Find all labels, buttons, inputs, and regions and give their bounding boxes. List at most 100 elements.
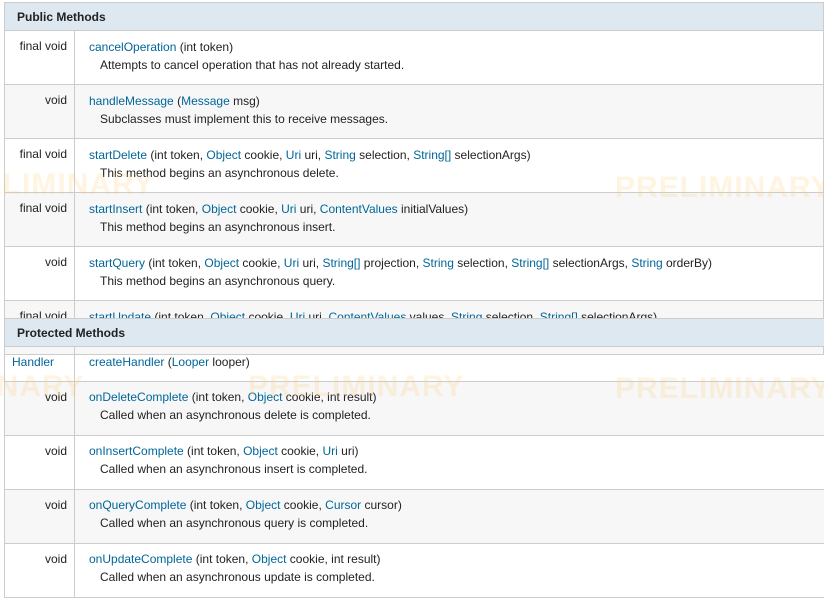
return-type: void: [5, 490, 75, 544]
method-signature-cell: startInsert (int token, Object cookie, U…: [75, 193, 824, 247]
signature-text: cookie, int result): [286, 552, 380, 566]
return-type-text: void: [45, 255, 67, 269]
method-row: void onDeleteComplete (int token, Object …: [5, 382, 824, 436]
return-type: void: [5, 247, 75, 301]
type-link[interactable]: String: [423, 256, 454, 270]
method-name-link[interactable]: handleMessage: [89, 94, 174, 108]
signature-text: cookie,: [241, 148, 286, 162]
method-name-link[interactable]: onQueryComplete: [89, 498, 186, 512]
type-link[interactable]: Object: [246, 498, 281, 512]
type-link[interactable]: Uri: [281, 202, 296, 216]
signature-text: uri,: [296, 202, 319, 216]
return-type-text: void: [45, 444, 67, 458]
method-signature: cancelOperation (int token): [89, 39, 815, 55]
protected-methods-heading: Protected Methods: [5, 319, 824, 347]
type-link[interactable]: Object: [202, 202, 237, 216]
signature-text: msg): [230, 94, 260, 108]
method-name-link[interactable]: onUpdateComplete: [89, 552, 192, 566]
type-link[interactable]: Uri: [286, 148, 301, 162]
return-type-text: final void: [20, 147, 67, 161]
public-methods-heading: Public Methods: [5, 3, 824, 31]
type-link[interactable]: String[]: [322, 256, 360, 270]
method-description: Called when an asynchronous delete is co…: [89, 407, 817, 423]
method-description: Called when an asynchronous update is co…: [89, 569, 817, 585]
method-signature: onInsertComplete (int token, Object cook…: [89, 443, 817, 459]
type-link[interactable]: Looper: [172, 355, 209, 369]
method-signature: startQuery (int token, Object cookie, Ur…: [89, 255, 815, 271]
signature-text: cookie,: [239, 256, 284, 270]
signature-text: projection,: [360, 256, 422, 270]
return-type-text: final void: [20, 201, 67, 215]
method-name-link[interactable]: onInsertComplete: [89, 444, 184, 458]
method-row: void onInsertComplete (int token, Object …: [5, 436, 824, 490]
return-type-link[interactable]: Handler: [12, 355, 54, 369]
signature-text: (int token,: [188, 390, 247, 404]
method-signature: handleMessage (Message msg): [89, 93, 815, 109]
signature-text: (int token,: [142, 202, 201, 216]
method-signature-cell: onUpdateComplete (int token, Object cook…: [75, 544, 824, 598]
return-type-text: void: [45, 552, 67, 566]
signature-text: (: [164, 355, 171, 369]
signature-text: selectionArgs,: [549, 256, 631, 270]
method-description: Attempts to cancel operation that has no…: [89, 57, 815, 73]
return-type: void: [5, 436, 75, 490]
type-link[interactable]: Object: [204, 256, 239, 270]
type-link[interactable]: Uri: [322, 444, 337, 458]
method-row: final void cancelOperation (int token) Att…: [5, 31, 824, 85]
signature-text: cursor): [361, 498, 402, 512]
type-link[interactable]: Object: [252, 552, 287, 566]
method-row: Handler createHandler (Looper looper): [5, 347, 824, 382]
type-link[interactable]: Object: [248, 390, 283, 404]
method-name-link[interactable]: cancelOperation: [89, 40, 176, 54]
type-link[interactable]: Uri: [284, 256, 299, 270]
return-type: void: [5, 85, 75, 139]
type-link[interactable]: String: [324, 148, 355, 162]
signature-text: cookie,: [278, 444, 323, 458]
method-name-link[interactable]: onDeleteComplete: [89, 390, 188, 404]
type-link[interactable]: Cursor: [325, 498, 361, 512]
signature-text: selection,: [356, 148, 413, 162]
type-link[interactable]: Object: [206, 148, 241, 162]
method-name-link[interactable]: startInsert: [89, 202, 142, 216]
method-signature-cell: startQuery (int token, Object cookie, Ur…: [75, 247, 824, 301]
method-signature-cell: createHandler (Looper looper): [75, 347, 824, 382]
method-name-link[interactable]: startQuery: [89, 256, 145, 270]
method-signature: onDeleteComplete (int token, Object cook…: [89, 389, 817, 405]
return-type: void: [5, 544, 75, 598]
method-signature: onQueryComplete (int token, Object cooki…: [89, 497, 817, 513]
method-signature-cell: startDelete (int token, Object cookie, U…: [75, 139, 824, 193]
type-link[interactable]: String[]: [413, 148, 451, 162]
signature-text: orderBy): [663, 256, 712, 270]
return-type: Handler: [5, 347, 75, 382]
method-description: This method begins an asynchronous delet…: [89, 165, 815, 181]
return-type: void: [5, 382, 75, 436]
type-link[interactable]: Message: [181, 94, 230, 108]
method-description: This method begins an asynchronous inser…: [89, 219, 815, 235]
method-row: void handleMessage (Message msg) Subclasse…: [5, 85, 824, 139]
signature-text: initialValues): [398, 202, 468, 216]
method-signature-cell: onInsertComplete (int token, Object cook…: [75, 436, 824, 490]
signature-text: looper): [209, 355, 250, 369]
method-signature-cell: cancelOperation (int token) Attempts to c…: [75, 31, 824, 85]
method-description: Called when an asynchronous query is com…: [89, 515, 817, 531]
return-type-text: void: [45, 498, 67, 512]
signature-text: (: [174, 94, 181, 108]
method-signature: startDelete (int token, Object cookie, U…: [89, 147, 815, 163]
signature-text: cookie,: [280, 498, 325, 512]
method-row: final void startInsert (int token, Object…: [5, 193, 824, 247]
method-name-link[interactable]: startDelete: [89, 148, 147, 162]
type-link[interactable]: String[]: [511, 256, 549, 270]
type-link[interactable]: Object: [243, 444, 278, 458]
signature-text: (int token,: [186, 498, 245, 512]
return-type: final void: [5, 139, 75, 193]
method-name-link[interactable]: createHandler: [89, 355, 164, 369]
method-row: void onUpdateComplete (int token, Object …: [5, 544, 824, 598]
return-type-text: final void: [20, 39, 67, 53]
signature-text: (int token,: [184, 444, 243, 458]
return-type-text: void: [45, 93, 67, 107]
type-link[interactable]: ContentValues: [320, 202, 398, 216]
return-type: final void: [5, 31, 75, 85]
method-description: Subclasses must implement this to receiv…: [89, 111, 815, 127]
type-link[interactable]: String: [631, 256, 662, 270]
signature-text: (int token,: [147, 148, 206, 162]
